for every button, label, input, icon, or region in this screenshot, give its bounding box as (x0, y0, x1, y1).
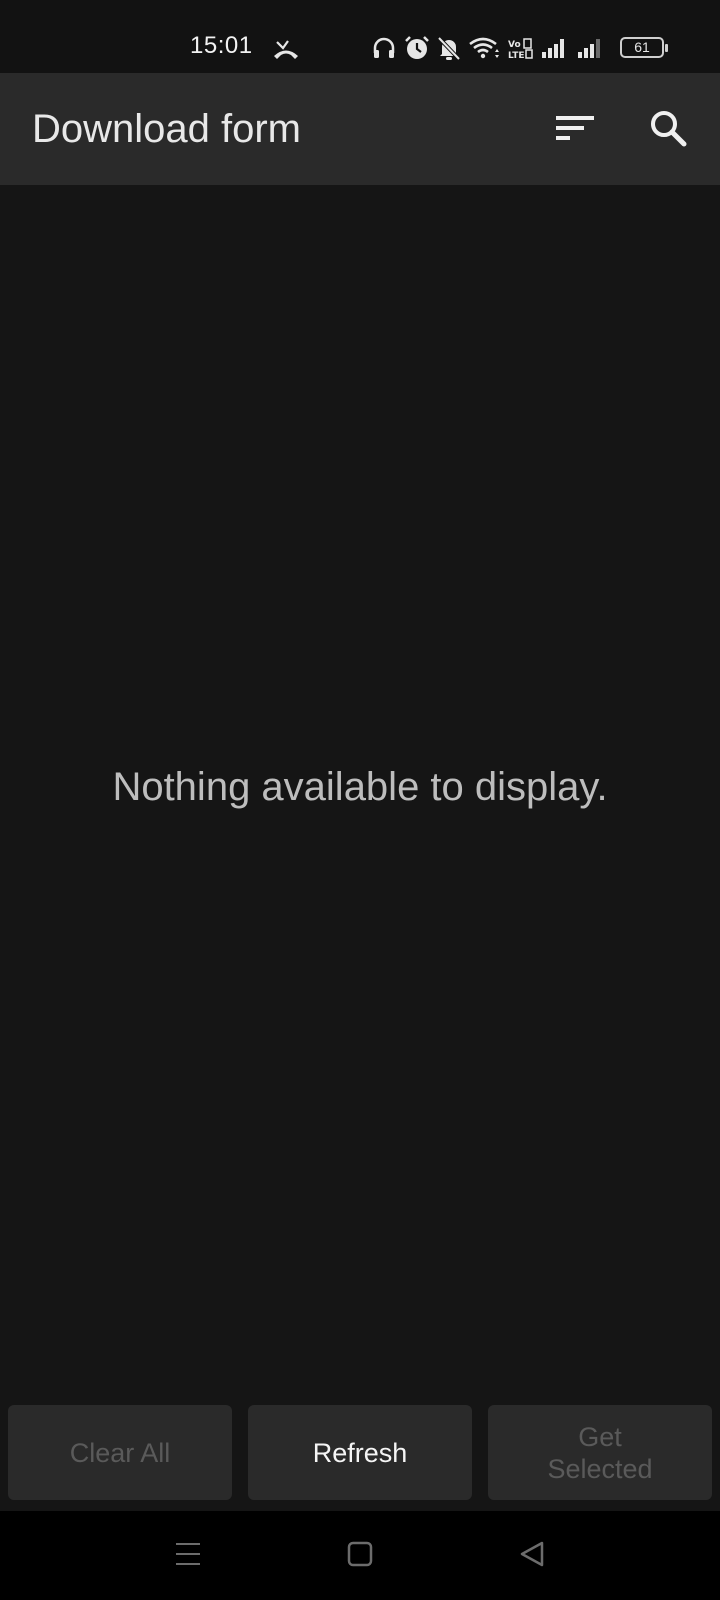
status-time: 15:01 (190, 32, 253, 59)
home-icon[interactable] (346, 1539, 374, 1569)
signal-icon (542, 39, 564, 58)
page-title: Download form (32, 107, 302, 151)
recents-menu-icon[interactable] (174, 1539, 202, 1569)
form-list: Nothing available to display. (0, 185, 720, 1405)
refresh-button[interactable]: Refresh (248, 1405, 472, 1500)
app-bar: Download form (0, 73, 720, 185)
empty-message: Nothing available to display. (112, 765, 608, 809)
headphones-icon (373, 37, 395, 58)
clear-all-button[interactable]: Clear All (8, 1405, 232, 1500)
alarm-icon (405, 36, 429, 59)
back-icon[interactable] (518, 1539, 546, 1569)
system-nav-bar (0, 1511, 720, 1600)
sort-icon (556, 116, 594, 140)
signal-icon (578, 39, 600, 58)
svg-text:Vo: Vo (508, 40, 521, 50)
status-bar: 15:01 Vo LTE 61 (0, 0, 720, 73)
search-icon (651, 111, 687, 147)
missed-call-icon (274, 40, 298, 59)
svg-text:LTE: LTE (508, 51, 525, 61)
action-bar: Clear All Refresh Get Selected (0, 1405, 720, 1511)
get-selected-button[interactable]: Get Selected (488, 1405, 712, 1500)
notifications-off-icon (437, 36, 461, 61)
volte-icon: Vo LTE (507, 38, 533, 61)
wifi-icon (469, 37, 499, 59)
battery-indicator: 61 (620, 37, 668, 58)
sort-button[interactable] (548, 101, 604, 157)
search-button[interactable] (642, 101, 698, 157)
